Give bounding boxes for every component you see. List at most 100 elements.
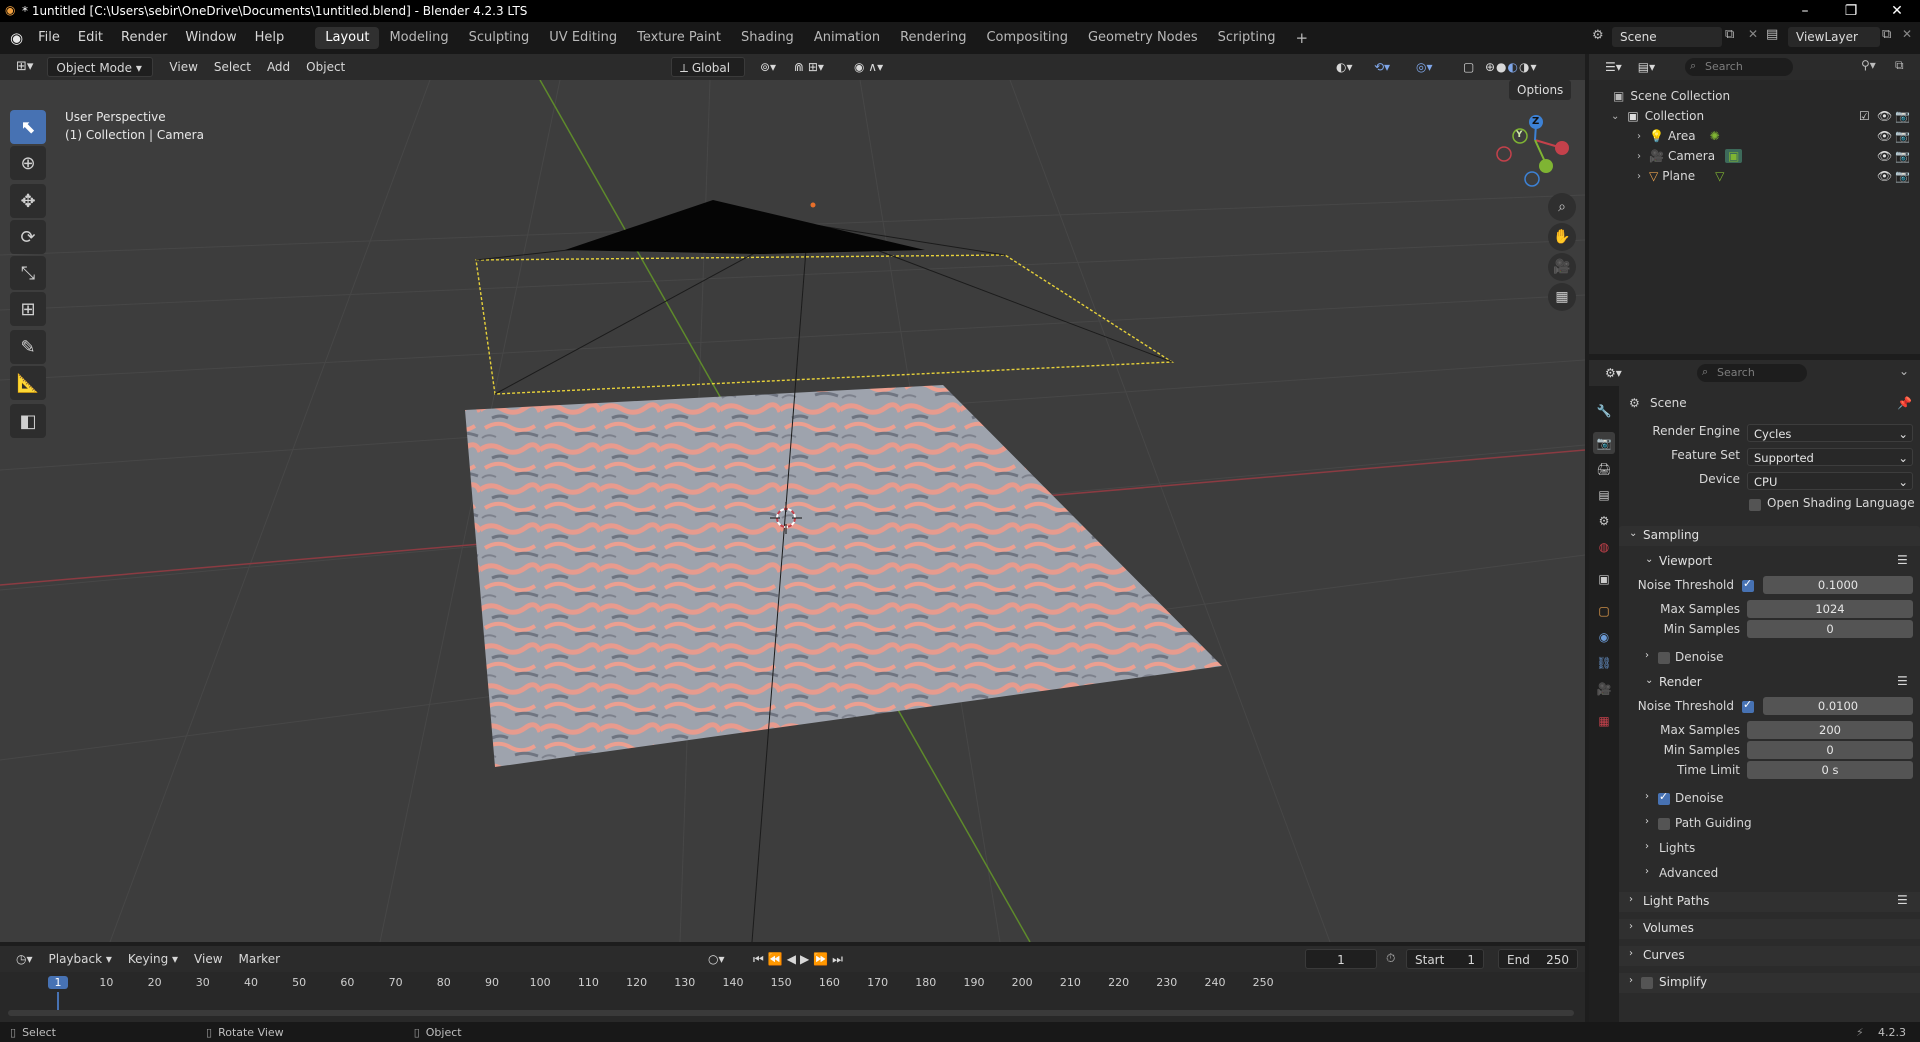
tab-compositing[interactable]: Compositing (976, 27, 1078, 49)
timeline-menu-playback[interactable]: Playback ▾ (41, 949, 120, 969)
simplify-panel[interactable]: › Simplify (1619, 973, 1920, 993)
outliner-item-plane[interactable]: › ▽ Plane ▽ 👁 📷 (1589, 166, 1920, 186)
add-workspace-icon[interactable]: + (1285, 27, 1318, 49)
end-frame-field[interactable]: End 250 (1498, 949, 1578, 969)
r-denoise-row[interactable]: › Denoise (1619, 789, 1920, 809)
viewport-scene[interactable] (0, 80, 1585, 942)
area-render-icon[interactable]: 📷 (1895, 129, 1910, 143)
tab-rendering[interactable]: Rendering (890, 27, 976, 49)
properties-options-icon[interactable]: ⌄ (1899, 364, 1909, 378)
feature-set-select[interactable]: Supported ⌄ (1747, 448, 1913, 466)
data-tab-icon[interactable]: 🎥 (1593, 678, 1615, 700)
osl-checkbox[interactable] (1749, 499, 1761, 511)
sampling-panel-header[interactable]: ⌄ Sampling (1619, 526, 1920, 546)
tab-texture-paint[interactable]: Texture Paint (627, 27, 731, 49)
viewport-menu-select[interactable]: Select (206, 57, 259, 77)
new-viewlayer-icon[interactable]: ⧉ (1882, 27, 1891, 42)
viewport-subpanel-header[interactable]: ⌄ Viewport ☰ (1619, 552, 1920, 572)
delete-viewlayer-icon[interactable]: ✕ (1902, 27, 1912, 41)
camera-visibility-icon[interactable]: 👁 (1877, 149, 1892, 163)
tab-shading[interactable]: Shading (731, 27, 804, 49)
mesh-data-icon[interactable]: ▽ (1715, 169, 1724, 183)
viewport-menu-view[interactable]: View (161, 57, 205, 77)
lights-subpanel[interactable]: › Lights (1619, 839, 1920, 859)
blender-menu-icon[interactable]: ◉ (10, 29, 23, 47)
plane-render-icon[interactable]: 📷 (1895, 169, 1910, 183)
r-denoise-checkbox[interactable] (1658, 790, 1670, 805)
chevron-right-icon[interactable]: › (1637, 131, 1641, 142)
vp-denoise-row[interactable]: › Denoise (1619, 648, 1920, 668)
viewport-presets-icon[interactable]: ☰ (1897, 553, 1908, 567)
selectability-icon[interactable]: ◐▾ (1328, 57, 1361, 77)
tab-scripting[interactable]: Scripting (1208, 27, 1286, 49)
scale-tool-icon[interactable]: ⤡ (10, 256, 46, 290)
maximize-button[interactable]: ❐ (1828, 0, 1874, 22)
r-noise-threshold-checkbox[interactable] (1742, 698, 1754, 713)
r-time-limit-field[interactable]: 0 s (1747, 761, 1913, 779)
proportional-edit-icon[interactable]: ◉ ∧▾ (846, 57, 891, 77)
plane-object[interactable] (465, 385, 1222, 767)
properties-editor-type-icon[interactable]: ⚙▾ (1597, 363, 1630, 383)
curves-panel[interactable]: › Curves (1619, 946, 1920, 966)
area-light-object[interactable] (475, 254, 1175, 395)
tool-tab-icon[interactable]: 🔧 (1593, 400, 1615, 422)
render-presets-icon[interactable]: ☰ (1897, 674, 1908, 688)
snap-icon[interactable]: ⋒ ⊞▾ (786, 57, 832, 77)
timeline-body[interactable]: 1 10 20 30 40 50 60 70 80 90 100 110 120 130 140 150 160… (0, 972, 1585, 1022)
timeline-menu-keying[interactable]: Keying ▾ (120, 949, 186, 969)
tab-layout[interactable]: Layout (315, 27, 380, 49)
annotate-tool-icon[interactable]: ✎ (10, 330, 46, 364)
texture-tab-icon[interactable]: ▦ (1593, 710, 1615, 732)
object-mode-select[interactable]: Object Mode ▾ (47, 57, 154, 77)
select-box-tool-icon[interactable]: ⬉ (10, 110, 46, 144)
zoom-icon[interactable]: ⌕ (1548, 193, 1576, 221)
viewlayer-field[interactable]: ViewLayer (1788, 27, 1880, 47)
filter-icon[interactable]: ⚲▾ (1861, 58, 1876, 72)
menu-help[interactable]: Help (246, 27, 294, 49)
scene-field[interactable]: Scene (1612, 27, 1722, 47)
light-data-icon[interactable]: ✺ (1710, 129, 1720, 143)
new-collection-icon[interactable]: ⧉ (1895, 58, 1904, 73)
collection-tab-icon[interactable]: ▣ (1593, 568, 1615, 590)
r-noise-threshold-field[interactable]: 0.0100 (1763, 697, 1913, 715)
vp-denoise-checkbox[interactable] (1658, 652, 1670, 664)
tab-sculpting[interactable]: Sculpting (459, 27, 540, 49)
light-paths-panel[interactable]: › Light Paths ☰ (1619, 892, 1920, 912)
collection-visibility-icon[interactable]: 👁 (1877, 109, 1892, 123)
vp-min-samples-field[interactable]: 0 (1747, 620, 1913, 638)
new-scene-icon[interactable]: ⧉ (1725, 27, 1734, 42)
light-paths-presets-icon[interactable]: ☰ (1897, 893, 1908, 907)
start-frame-field[interactable]: Start 1 (1406, 949, 1484, 969)
path-guiding-checkbox[interactable] (1658, 818, 1670, 830)
add-cube-tool-icon[interactable]: ◧ (10, 404, 46, 438)
outliner-search-input[interactable]: Search (1685, 58, 1793, 76)
auto-keying-icon[interactable]: ○▾ (700, 949, 733, 969)
outliner-item-area[interactable]: › 💡 Area ✺ 👁 📷 (1589, 126, 1920, 146)
menu-render[interactable]: Render (112, 27, 176, 49)
properties-search-input[interactable]: Search (1697, 364, 1807, 382)
tab-uv-editing[interactable]: UV Editing (539, 27, 627, 49)
menu-window[interactable]: Window (176, 27, 245, 49)
menu-file[interactable]: File (29, 27, 69, 49)
chevron-right-icon[interactable]: › (1637, 171, 1641, 182)
frame-ruler[interactable]: 1 10 20 30 40 50 60 70 80 90 100 110 120 130 140 150 160… (0, 976, 1585, 992)
chevron-down-icon[interactable]: ⌄ (1611, 111, 1619, 122)
transform-tool-icon[interactable]: ⊞ (10, 292, 46, 326)
camera-data-icon[interactable]: ▣ (1725, 149, 1743, 163)
collection-render-icon[interactable]: 📷 (1895, 109, 1910, 123)
camera-view-icon[interactable]: 🎥 (1548, 253, 1576, 281)
outliner-item-camera[interactable]: › 🎥 Camera ▣ 👁 📷 (1589, 146, 1920, 166)
timeline-menu-marker[interactable]: Marker (231, 949, 288, 969)
timeline-scrollbar[interactable] (8, 1010, 1574, 1016)
outliner-editor-type-icon[interactable]: ☰▾ (1597, 57, 1630, 77)
device-select[interactable]: CPU ⌄ (1747, 472, 1913, 490)
options-button[interactable]: Options (1509, 80, 1572, 100)
display-mode-icon[interactable]: ▤▾ (1630, 57, 1663, 77)
plane-visibility-icon[interactable]: 👁 (1877, 169, 1892, 183)
playback-controls[interactable]: ⏮⏪◀▶⏩⏭ (745, 949, 855, 969)
move-tool-icon[interactable]: ✥ (10, 184, 46, 218)
collection-exclude-checkbox[interactable]: ☑ (1859, 109, 1870, 123)
current-frame-field[interactable]: 1 (1305, 949, 1377, 969)
volumes-panel[interactable]: › Volumes (1619, 919, 1920, 939)
area-visibility-icon[interactable]: 👁 (1877, 129, 1892, 143)
